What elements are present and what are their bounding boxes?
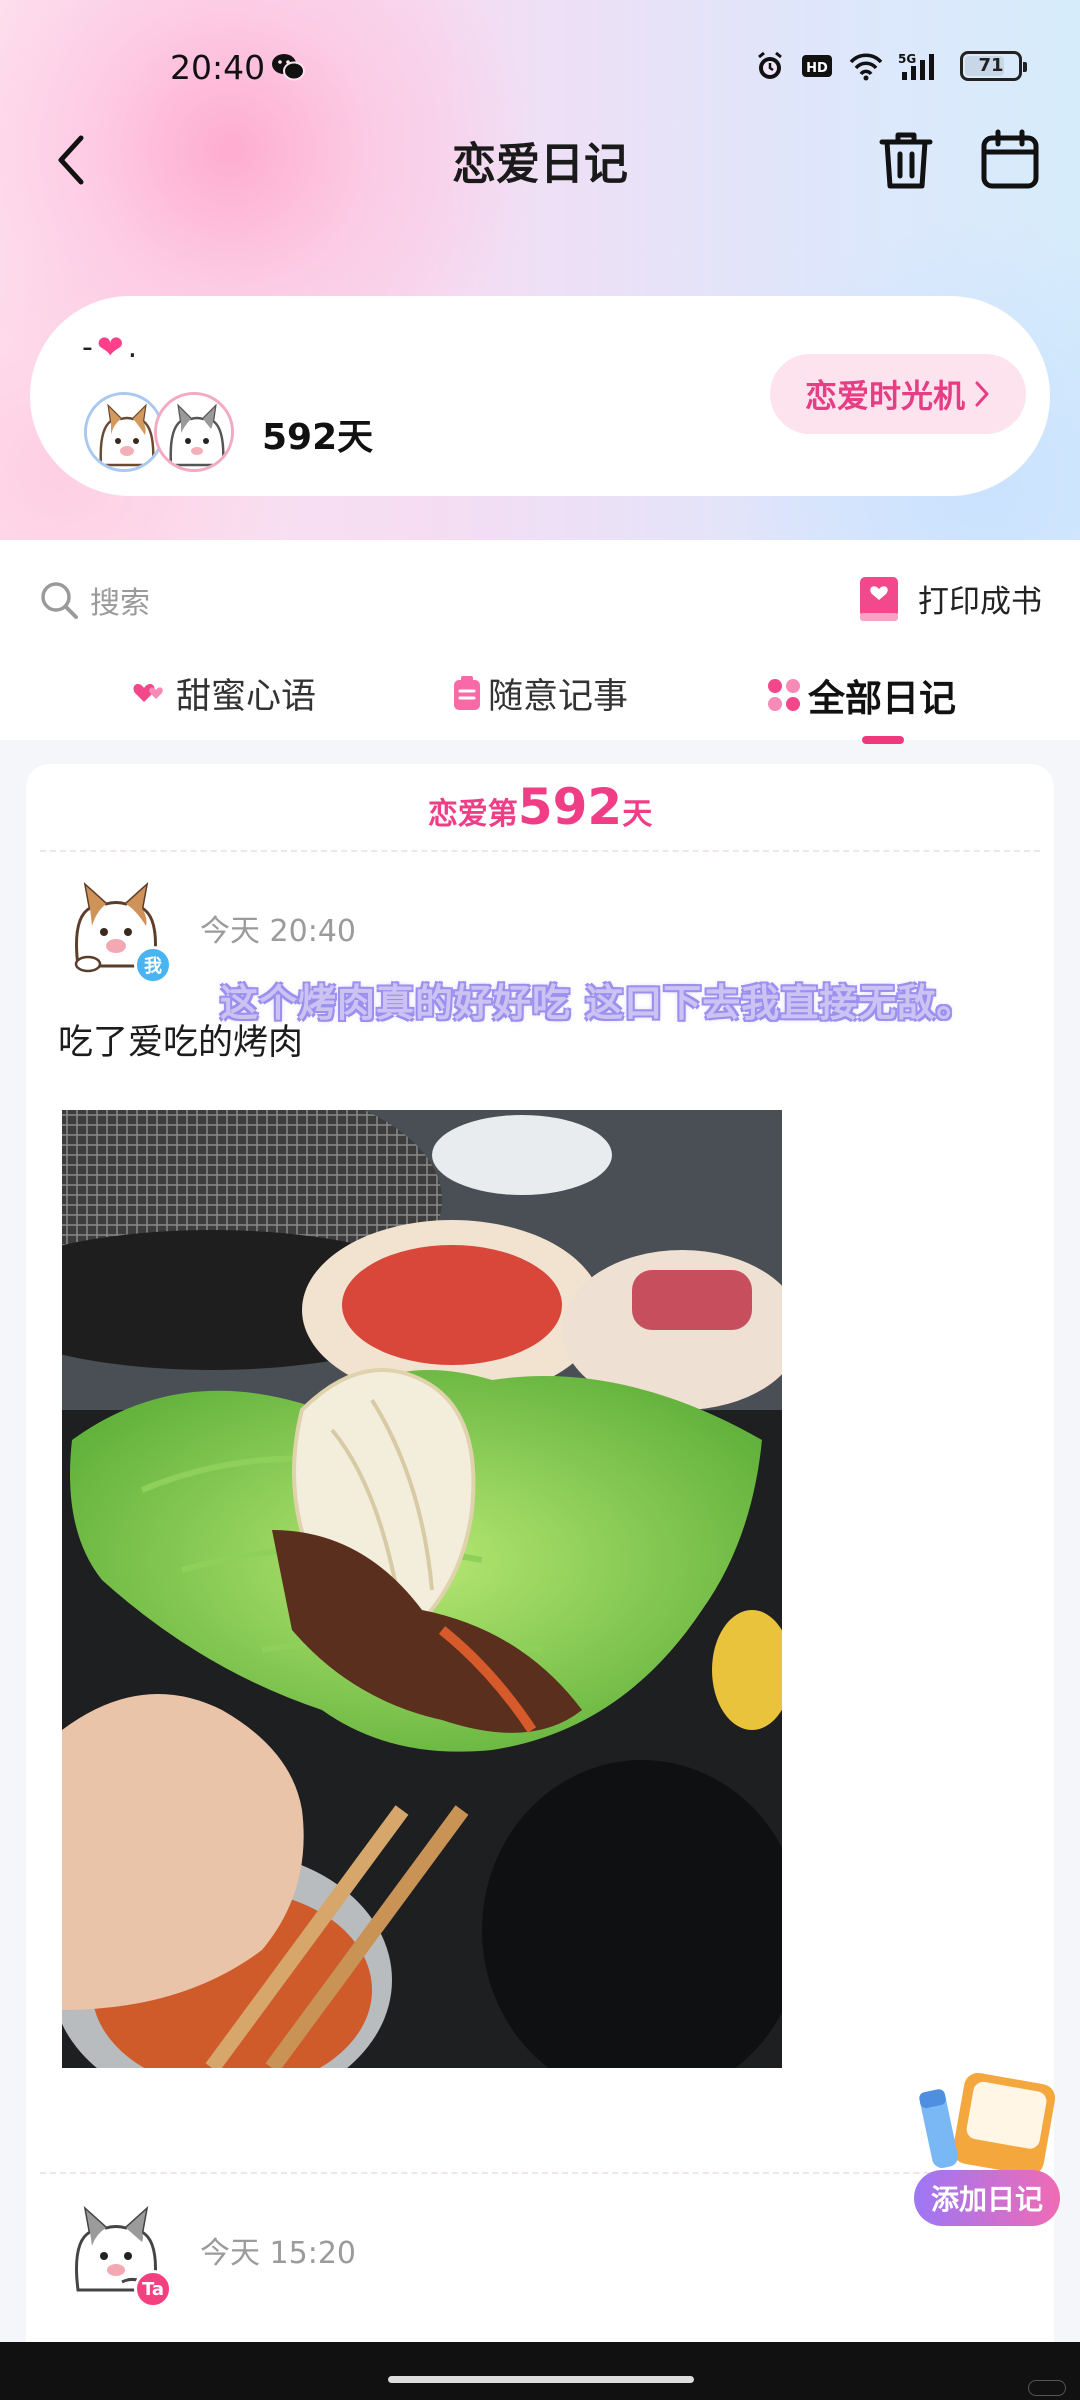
entry-photo[interactable]	[62, 1110, 782, 2068]
trash-icon	[879, 132, 933, 189]
grid-hearts-icon	[768, 679, 800, 711]
diary-tabs: 甜蜜心语 随意记事 全部日记	[0, 660, 1080, 744]
diary-toolbar: 搜索 打印成书 甜蜜心语 随意记事 全部日记	[0, 540, 1080, 744]
cellular-signal-icon: 5G	[898, 52, 934, 80]
divider	[40, 850, 1040, 852]
status-icons: HD 5G 71	[754, 50, 1027, 82]
time-machine-label: 恋爱时光机	[804, 377, 965, 415]
tab-label: 随意记事	[488, 677, 629, 717]
app-header: 恋爱日记	[0, 120, 1080, 200]
love-time-machine-button[interactable]: 恋爱时光机	[770, 354, 1026, 434]
video-caption-overlay: 这个烤肉真的好好吃 这口下去我直接无敌。	[220, 981, 976, 1025]
watermark-icon	[1028, 2380, 1066, 2396]
couple-avatars[interactable]	[84, 392, 244, 472]
add-diary-button[interactable]: 添加日记	[914, 2070, 1060, 2226]
entry-author-avatar[interactable]: 我	[62, 874, 172, 984]
heart-icon: ❤	[96, 328, 124, 366]
chevron-right-icon	[975, 381, 989, 407]
tab-sweet-words[interactable]: 甜蜜心语	[130, 668, 316, 719]
add-diary-label: 添加日记	[914, 2170, 1060, 2226]
wechat-icon	[272, 54, 305, 81]
calendar-button[interactable]	[978, 128, 1042, 192]
couple-card: - ❤ . 592天 恋爱时光机	[30, 296, 1050, 496]
hd-icon: HD	[802, 55, 832, 77]
status-bar: 20:40 HD 5G 71	[0, 40, 1080, 100]
calendar-icon	[981, 129, 1039, 189]
love-days-prefix: 恋爱第	[427, 797, 518, 832]
entry-author-avatar[interactable]: Ta	[62, 2198, 172, 2308]
love-days-number: 592	[517, 778, 623, 836]
search-icon	[41, 582, 78, 619]
cat-avatar-icon	[87, 395, 161, 469]
system-navigation-bar	[0, 2342, 1080, 2400]
battery-level: 71	[978, 55, 1004, 76]
nickname-suffix: .	[127, 329, 138, 365]
battery-indicator: 71	[960, 51, 1027, 81]
tab-all-diaries[interactable]: 全部日记	[766, 668, 956, 722]
nickname-prefix: -	[82, 329, 93, 365]
together-days: 592天	[262, 417, 374, 458]
author-badge-ta: Ta	[134, 2270, 172, 2308]
love-day-counter: 恋爱第592天	[26, 778, 1054, 836]
entry-time: 今天 15:20	[200, 2236, 356, 2271]
notebook-pen-icon	[919, 2072, 1056, 2176]
book-icon	[860, 577, 898, 621]
svg-text:5G: 5G	[898, 52, 916, 66]
print-book-button[interactable]: 打印成书	[856, 566, 1042, 630]
active-tab-indicator	[862, 736, 904, 744]
delete-button[interactable]	[876, 128, 936, 192]
love-days-suffix: 天	[622, 797, 653, 832]
cat-avatar-icon	[157, 395, 231, 469]
tab-label: 甜蜜心语	[176, 677, 317, 717]
search-input[interactable]: 搜索	[38, 570, 150, 630]
entry-time: 今天 20:40	[200, 914, 356, 949]
divider	[40, 2172, 1040, 2174]
author-badge-me: 我	[134, 946, 172, 984]
double-heart-icon	[133, 683, 163, 702]
my-avatar	[84, 392, 164, 472]
alarm-icon	[758, 51, 782, 79]
wifi-icon	[849, 53, 883, 81]
search-placeholder: 搜索	[90, 586, 150, 621]
notepad-icon	[454, 675, 480, 710]
status-time: 20:40	[170, 48, 266, 87]
food-photo-image	[62, 1110, 782, 2068]
partner-avatar	[154, 392, 234, 472]
couple-nickname: - ❤ .	[82, 328, 137, 366]
tab-casual-notes[interactable]: 随意记事	[452, 668, 628, 719]
print-book-label: 打印成书	[918, 583, 1042, 620]
tab-label: 全部日记	[808, 677, 956, 720]
svg-text:HD: HD	[806, 61, 828, 76]
home-indicator[interactable]	[388, 2376, 694, 2383]
